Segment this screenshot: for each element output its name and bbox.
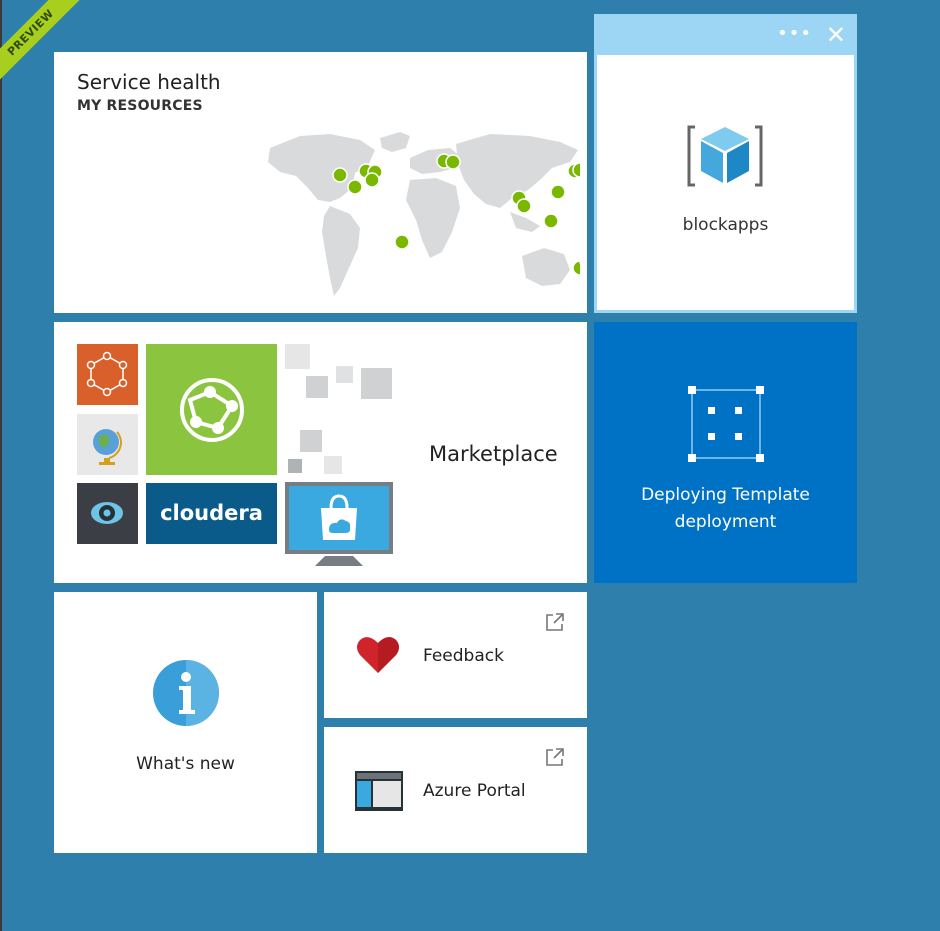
heart-icon [357, 637, 399, 673]
external-link-icon[interactable] [545, 747, 565, 767]
marketplace-label: Marketplace [429, 442, 558, 466]
deco-square [361, 368, 392, 399]
globe-app-icon [77, 414, 138, 475]
web-app-icon [146, 344, 277, 475]
deco-square [336, 366, 353, 383]
network-app-icon [77, 344, 138, 405]
deco-square [324, 456, 342, 474]
template-deployment-icon [688, 386, 764, 462]
tile-header-bar: ••• ✕ [597, 17, 854, 55]
service-health-tile[interactable]: Service health MY RESOURCES [54, 52, 587, 313]
deployment-status-line1: Deploying Template [641, 485, 810, 505]
eye-app-icon [77, 483, 138, 544]
world-map [268, 132, 580, 296]
portal-window-icon [355, 771, 403, 811]
deployment-status-line2: deployment [674, 512, 777, 532]
deployment-tile[interactable]: Deploying Template deployment [594, 322, 857, 583]
marketplace-tile[interactable]: cloudera Marketplace [54, 322, 587, 583]
service-health-subtitle: MY RESOURCES [77, 98, 203, 114]
feedback-tile[interactable]: Feedback [324, 592, 587, 718]
close-icon[interactable]: ✕ [826, 21, 846, 49]
deco-square [288, 459, 302, 473]
whats-new-label: What's new [136, 754, 235, 774]
deco-square [300, 430, 322, 452]
resource-tile-blockapps[interactable]: ••• ✕ blockapps [594, 14, 857, 313]
azure-portal-tile[interactable]: Azure Portal [324, 727, 587, 853]
service-health-title: Service health [77, 70, 221, 94]
info-icon [153, 660, 219, 726]
resource-name: blockapps [682, 215, 769, 235]
deco-square [306, 376, 328, 398]
feedback-label: Feedback [423, 646, 504, 666]
deployment-status: Deploying Template deployment [594, 482, 857, 536]
whats-new-tile[interactable]: What's new [54, 592, 317, 853]
window-edge [0, 0, 2, 931]
azure-portal-label: Azure Portal [423, 781, 526, 801]
cube-icon [687, 125, 763, 187]
deco-square [285, 344, 310, 369]
store-monitor-icon [285, 482, 393, 566]
ellipsis-icon[interactable]: ••• [777, 23, 812, 44]
cloudera-logo: cloudera [146, 483, 277, 544]
external-link-icon[interactable] [545, 612, 565, 632]
cloudera-logo-text: cloudera [160, 501, 263, 525]
